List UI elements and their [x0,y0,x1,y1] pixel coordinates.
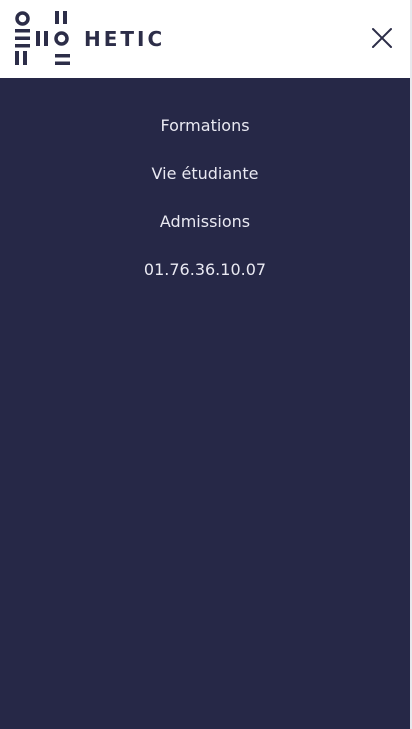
nav-link-admissions[interactable]: Admissions [160,210,250,234]
nav-item-formations: Formations [0,114,410,162]
hetic-logo-icon [15,11,70,65]
phone-link[interactable]: 01.76.36.10.07 [144,258,266,282]
nav-link-vie-etudiante[interactable]: Vie étudiante [152,162,259,186]
site-header: HETIC [0,0,410,78]
brand-name: HETIC [84,27,166,51]
nav-list: Formations Vie étudiante Admissions 01.7… [0,78,410,306]
page: HETIC Formations Vie étudiante Admission… [0,0,412,729]
nav-link-formations[interactable]: Formations [160,114,249,138]
site-logo-link[interactable]: HETIC [14,11,174,67]
nav-item-admissions: Admissions [0,210,410,258]
close-icon [372,28,392,48]
close-menu-button[interactable] [366,22,398,54]
mobile-menu-panel: Formations Vie étudiante Admissions 01.7… [0,78,410,729]
nav-item-phone: 01.76.36.10.07 [0,258,410,306]
nav-item-vie-etudiante: Vie étudiante [0,162,410,210]
